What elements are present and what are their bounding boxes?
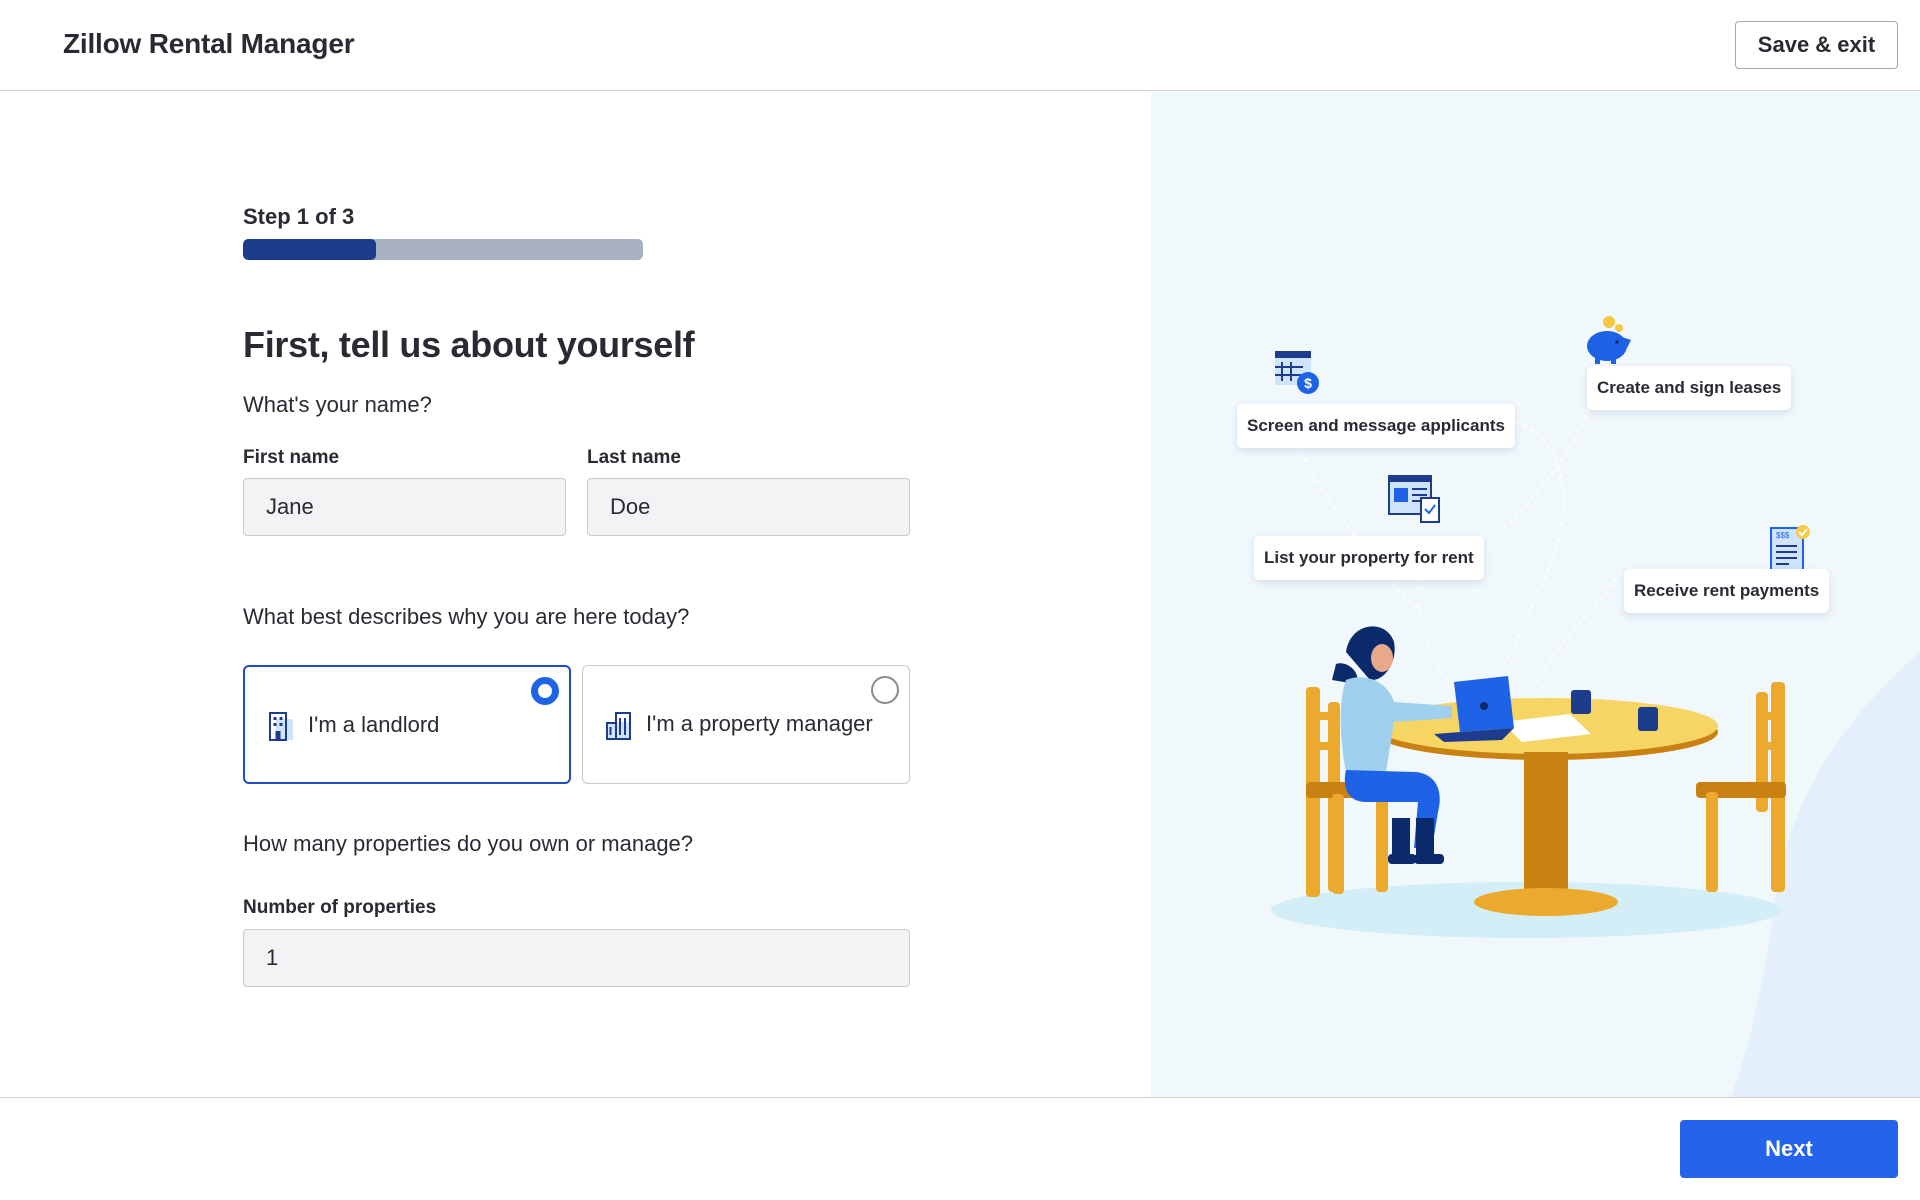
property-manager-option-label: I'm a property manager <box>646 711 873 736</box>
landlord-option-card[interactable]: I'm a landlord <box>243 665 571 784</box>
top-header: Zillow Rental Manager Save & exit <box>0 0 1920 91</box>
property-manager-radio[interactable] <box>871 676 899 704</box>
role-question: What best describes why you are here tod… <box>243 604 690 629</box>
page-title: First, tell us about yourself <box>243 324 695 365</box>
last-name-label: Last name <box>587 447 681 468</box>
listing-icon <box>1387 474 1445 524</box>
landlord-option-label: I'm a landlord <box>308 712 440 737</box>
save-and-exit-button[interactable]: Save & exit <box>1735 21 1898 69</box>
property-manager-option-card[interactable]: I'm a property manager <box>582 665 910 784</box>
feature-screen-applicants: Screen and message applicants <box>1237 404 1515 448</box>
next-button[interactable]: Next <box>1680 1120 1898 1178</box>
invoice-icon: $$$ <box>1769 524 1811 574</box>
feature-create-leases: Create and sign leases <box>1587 366 1792 410</box>
svg-text:$$$: $$$ <box>1776 531 1790 540</box>
bottom-footer: Next <box>0 1097 1920 1200</box>
number-of-properties-input[interactable] <box>243 929 910 987</box>
svg-text:$: $ <box>1304 375 1312 391</box>
building-icon <box>267 711 295 741</box>
piggy-bank-icon <box>1581 314 1639 366</box>
feature-list-property: List your property for rent <box>1254 536 1484 580</box>
number-of-properties-label: Number of properties <box>243 897 437 918</box>
property-count-question: How many properties do you own or manage… <box>243 831 694 856</box>
first-name-label: First name <box>243 447 340 468</box>
buildings-icon <box>605 710 633 740</box>
calendar-dollar-icon: $ <box>1273 347 1323 397</box>
woman-at-table-illustration <box>1271 626 1786 938</box>
progress-bar <box>243 239 643 260</box>
form-panel: Step 1 of 3 First, tell us about yoursel… <box>0 92 1151 1097</box>
first-name-input[interactable] <box>243 478 566 536</box>
feature-receive-payments: Receive rent payments <box>1624 569 1830 613</box>
name-question: What's your name? <box>243 392 432 417</box>
landlord-radio[interactable] <box>531 677 559 705</box>
last-name-input[interactable] <box>587 478 910 536</box>
brand-title: Zillow Rental Manager <box>63 28 355 59</box>
illustration-panel: $ Screen and message applicants Create a… <box>1151 92 1920 1097</box>
step-indicator: Step 1 of 3 <box>243 204 355 229</box>
progress-bar-fill <box>243 239 377 260</box>
